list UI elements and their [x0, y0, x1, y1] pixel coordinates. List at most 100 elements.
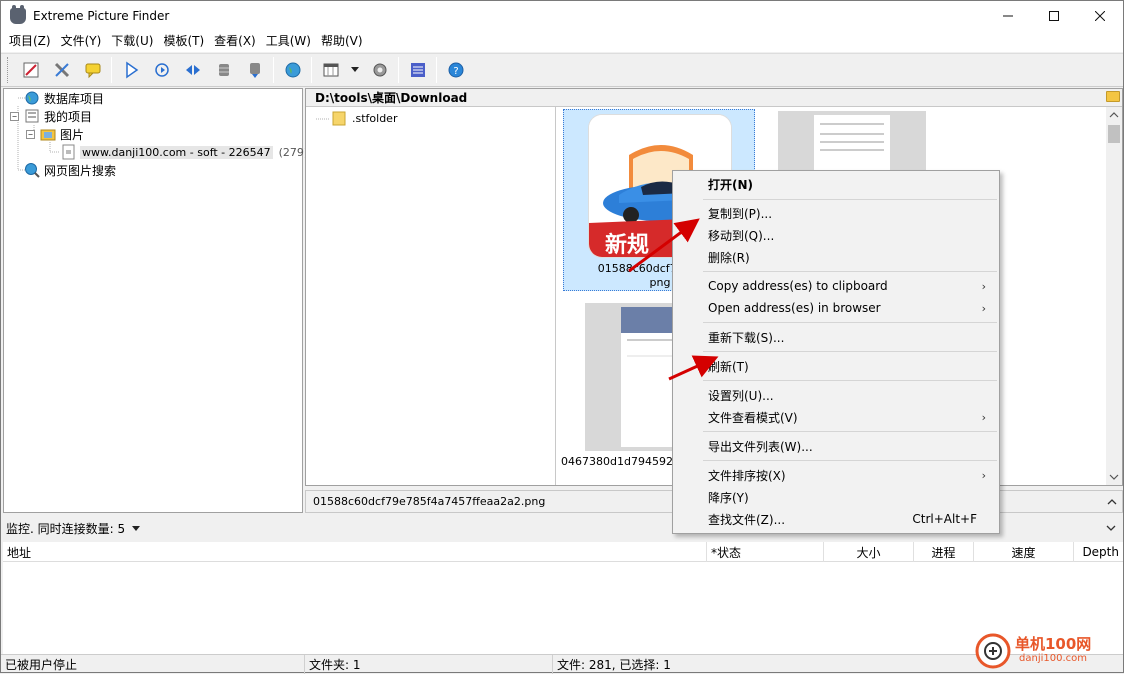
menu-item-find[interactable]: 查找文件(Z)... Ctrl+Alt+F	[673, 508, 999, 530]
title-bar: Extreme Picture Finder	[1, 1, 1123, 31]
context-menu: 打开(N) 复制到(P)... 移动到(Q)... 删除(R) Copy add…	[672, 170, 1000, 534]
log-button[interactable]	[405, 58, 430, 83]
web-search-button[interactable]	[280, 58, 305, 83]
column-status[interactable]: *状态	[707, 542, 824, 562]
menu-item-delete[interactable]: 删除(R)	[673, 246, 999, 268]
column-address[interactable]: 地址	[3, 542, 707, 562]
watermark-url: danji100.com	[1019, 653, 1087, 664]
scroll-down-icon[interactable]	[1106, 471, 1122, 483]
step-button[interactable]	[180, 58, 205, 83]
database-download-button[interactable]	[242, 58, 267, 83]
watermark-logo-icon	[975, 633, 1011, 669]
status-files: 文件: 281, 已选择: 1	[557, 658, 671, 672]
tree-item-label: 图片	[60, 127, 85, 142]
column-speed[interactable]: 速度	[974, 542, 1074, 562]
tree-item-database-projects[interactable]: 数据库项目	[24, 89, 104, 107]
column-progress[interactable]: 进程	[914, 542, 974, 562]
menu-project[interactable]: 项目(Z)	[4, 32, 56, 51]
menu-separator	[703, 351, 997, 352]
menu-item-sort-by[interactable]: 文件排序按(X) ›	[673, 464, 999, 486]
menu-download[interactable]: 下载(U)	[106, 32, 158, 51]
menu-separator	[703, 322, 997, 323]
watermark: 单机100网 danji100.com	[973, 631, 1123, 671]
tree-item-label: 网页图片搜索	[44, 163, 117, 178]
document-icon	[62, 144, 75, 160]
help-button[interactable]: ?	[443, 58, 468, 83]
calendar-grid-icon	[323, 63, 338, 77]
menu-item-export[interactable]: 导出文件列表(W)...	[673, 435, 999, 457]
path-bar: D:\tools\桌面\Download	[306, 89, 1122, 107]
menu-item-columns[interactable]: 设置列(U)...	[673, 384, 999, 406]
folder-name: .stfolder	[352, 111, 398, 125]
toolbar: ?	[1, 53, 1123, 87]
scroll-thumb[interactable]	[1108, 125, 1120, 143]
options-button[interactable]	[367, 58, 392, 83]
menu-view[interactable]: 查看(X)	[209, 32, 261, 51]
thumbnail-image	[778, 111, 926, 175]
menu-tools[interactable]: 工具(W)	[261, 32, 316, 51]
tree-item-my-projects[interactable]: − 我的项目	[10, 107, 92, 125]
edit-project-button[interactable]	[18, 58, 43, 83]
folder-item-stfolder[interactable]: .stfolder	[332, 109, 397, 127]
submenu-arrow-icon: ›	[981, 468, 986, 482]
tree-item-web-search[interactable]: 网页图片搜索	[24, 161, 116, 179]
menu-item-open[interactable]: 打开(N)	[673, 173, 999, 195]
menu-file[interactable]: 文件(Y)	[56, 32, 107, 51]
toolbar-separator	[398, 57, 399, 83]
menu-item-move-to[interactable]: 移动到(Q)...	[673, 224, 999, 246]
folder-list: .stfolder	[306, 107, 556, 485]
app-window: Extreme Picture Finder 项目(Z) 文件(Y) 下载(U)…	[0, 0, 1124, 674]
help-icon: ?	[448, 62, 463, 78]
tree-item-label: 数据库项目	[44, 91, 105, 106]
download-grid-header: 地址 *状态 大小 进程 速度 Depth	[3, 542, 1123, 562]
menu-item-descending[interactable]: 降序(Y)	[673, 486, 999, 508]
minimize-button[interactable]	[985, 1, 1031, 31]
menu-item-redownload[interactable]: 重新下载(S)...	[673, 326, 999, 348]
globe-icon	[285, 62, 300, 78]
chevron-down-icon[interactable]	[1105, 523, 1117, 533]
menu-separator	[703, 271, 997, 272]
connections-dropdown-icon[interactable]	[131, 524, 141, 532]
menu-separator	[703, 431, 997, 432]
maximize-button[interactable]	[1031, 1, 1077, 31]
column-depth[interactable]: Depth	[1074, 542, 1123, 562]
menu-item-view-mode[interactable]: 文件查看模式(V) ›	[673, 406, 999, 428]
status-folders: 文件夹: 1	[305, 655, 553, 674]
resume-button[interactable]	[149, 58, 174, 83]
toolbar-separator	[311, 57, 312, 83]
chevron-up-icon[interactable]	[1106, 497, 1118, 507]
start-button[interactable]	[118, 58, 143, 83]
menu-item-refresh[interactable]: 刷新(T)	[673, 355, 999, 377]
database-download-icon	[249, 63, 260, 78]
view-mode-button[interactable]	[318, 58, 343, 83]
comment-button[interactable]	[80, 58, 105, 83]
menu-item-copy-address[interactable]: Copy address(es) to clipboard ›	[673, 275, 999, 297]
tree-item-pictures[interactable]: − 图片	[26, 125, 84, 143]
toolbar-grip[interactable]	[7, 57, 11, 83]
menu-item-open-address[interactable]: Open address(es) in browser ›	[673, 297, 999, 319]
monitor-label: 监控. 同时连接数量: 5	[6, 521, 126, 536]
database-button[interactable]	[211, 58, 236, 83]
database-globe-icon	[25, 91, 39, 105]
tree-item-site[interactable]: www.danji100.com - soft - 226547 (279)	[62, 143, 308, 161]
view-mode-dropdown[interactable]	[349, 58, 361, 83]
scroll-up-icon[interactable]	[1106, 109, 1122, 121]
menu-template[interactable]: 模板(T)	[158, 32, 209, 51]
submenu-arrow-icon: ›	[981, 301, 986, 315]
open-folder-icon[interactable]	[1106, 91, 1120, 102]
step-icon	[185, 65, 200, 75]
toolbar-separator	[436, 57, 437, 83]
thumbnail-item[interactable]	[778, 109, 928, 179]
column-size[interactable]: 大小	[824, 542, 914, 562]
toolbar-separator	[111, 57, 112, 83]
close-button[interactable]	[1077, 1, 1123, 31]
pencil-icon	[23, 62, 38, 78]
vertical-scrollbar[interactable]	[1106, 107, 1122, 485]
menu-item-copy-to[interactable]: 复制到(P)...	[673, 202, 999, 224]
screenshot-preview	[814, 115, 890, 175]
chevron-down-icon	[351, 67, 359, 72]
menu-help[interactable]: 帮助(V)	[316, 32, 368, 51]
project-settings-button[interactable]	[49, 58, 74, 83]
collapse-toggle[interactable]: −	[26, 129, 35, 139]
collapse-toggle[interactable]: −	[10, 111, 19, 121]
